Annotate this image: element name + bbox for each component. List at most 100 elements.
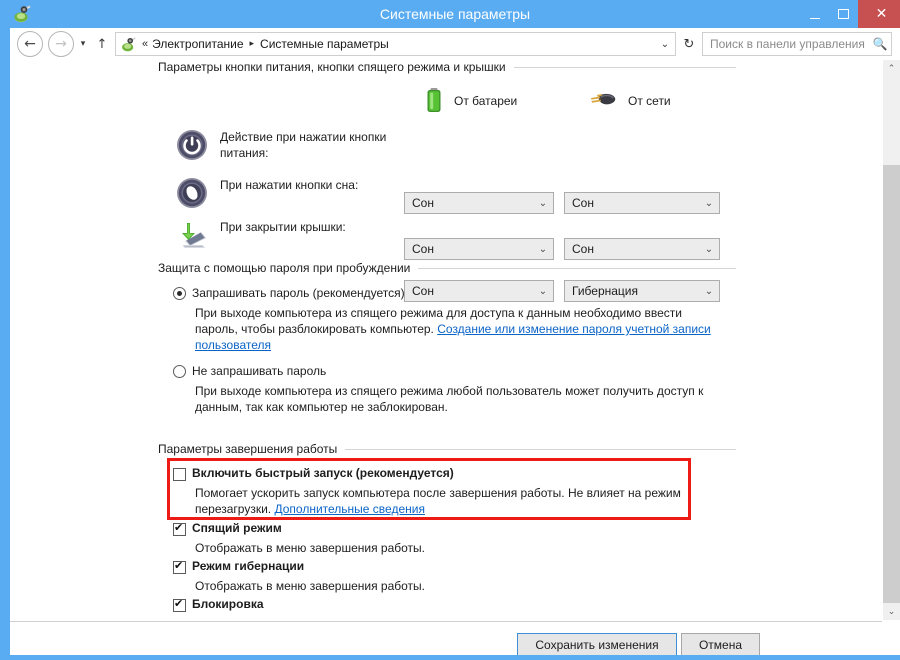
chevron-down-icon: ⌄	[887, 606, 896, 617]
combo-sleep-button-battery[interactable]: Сон ⌄	[404, 238, 554, 260]
section-heading-shutdown-settings: Параметры завершения работы	[158, 442, 736, 456]
address-dropdown-button[interactable]: ⌄	[655, 33, 675, 55]
link-more-info[interactable]: Дополнительные сведения	[274, 502, 424, 516]
chevron-down-icon: ⌄	[538, 285, 548, 297]
arrow-up-icon: ↑	[96, 36, 108, 52]
desc-dont-require-password: При выходе компьютера из спящего режима …	[195, 384, 704, 414]
content-area: Параметры кнопки питания, кнопки спящего…	[10, 60, 900, 655]
checkbox-indicator-on[interactable]	[173, 597, 186, 612]
close-button[interactable]: ✕	[858, 0, 900, 28]
maximize-icon	[838, 9, 849, 19]
combo-sleep-button-plugged[interactable]: Сон ⌄	[564, 238, 720, 260]
window-controls: ✕	[800, 0, 900, 28]
section-heading-password-protection: Защита с помощью пароля при пробуждении	[158, 261, 736, 275]
chevron-down-icon: ⌄	[704, 285, 714, 297]
radio-indicator-off[interactable]	[173, 365, 186, 378]
checkbox-label-hibernate-mode: Режим гибернации	[192, 559, 305, 573]
radio-label-dont-require-password: Не запрашивать пароль	[192, 364, 327, 378]
chevron-down-icon: ▾	[80, 39, 86, 49]
label-sleep-button-action: При нажатии кнопки сна:	[220, 178, 359, 192]
address-bar: ← → ▾ ↑ « Электропитание ▸ Системные пар…	[10, 28, 900, 60]
refresh-button[interactable]: ↻	[677, 32, 701, 56]
checkbox-label-fast-startup: Включить быстрый запуск (рекомендуется)	[192, 466, 454, 480]
maximize-button[interactable]	[829, 0, 858, 28]
breadcrumb-item-power[interactable]: Электропитание	[152, 37, 243, 51]
forward-button[interactable]: →	[48, 31, 74, 57]
chevron-down-icon: ⌄	[538, 243, 548, 255]
checkbox-label-lock: Блокировка	[192, 597, 264, 611]
minimize-button[interactable]	[800, 0, 829, 28]
row-power-button-action: Действие при нажатии кнопки питания:	[176, 129, 405, 161]
desc-hibernate-mode: Отображать в меню завершения работы.	[195, 579, 426, 593]
back-arrow-icon: ←	[24, 36, 36, 52]
checkbox-indicator-off[interactable]	[173, 468, 186, 481]
checkbox-label-sleep-mode: Спящий режим	[192, 521, 282, 535]
checkbox-indicator-on[interactable]	[173, 559, 186, 574]
divider	[513, 66, 736, 68]
search-icon[interactable]: 🔍	[869, 37, 891, 51]
section-heading-power-buttons: Параметры кнопки питания, кнопки спящего…	[158, 60, 736, 74]
label-power-button-action: Действие при нажатии кнопки питания:	[220, 130, 387, 160]
search-input[interactable]	[703, 34, 869, 54]
up-button[interactable]: ↑	[92, 37, 112, 52]
power-options-window: Системные параметры ✕ ← → ▾ ↑ « Электроп…	[0, 0, 900, 660]
power-button-icon	[177, 130, 207, 160]
checkbox-hibernate-mode[interactable]: Режим гибернации	[173, 559, 304, 574]
column-header-on-battery: От батареи	[424, 87, 517, 115]
close-icon: ✕	[875, 6, 888, 22]
column-header-plugged-in: От сети	[588, 87, 671, 115]
radio-indicator-on[interactable]	[173, 287, 186, 300]
chevron-down-icon: ⌄	[538, 197, 548, 209]
refresh-icon: ↻	[683, 36, 695, 52]
recent-locations-button[interactable]: ▾	[74, 39, 92, 49]
settings-pane: Параметры кнопки питания, кнопки спящего…	[10, 60, 882, 612]
save-changes-button[interactable]: Сохранить изменения	[517, 633, 677, 655]
forward-arrow-icon: →	[55, 36, 67, 52]
chevron-up-icon: ⌃	[887, 63, 896, 74]
battery-icon	[427, 88, 441, 112]
search-box[interactable]: 🔍	[702, 32, 892, 56]
checkbox-sleep-mode[interactable]: Спящий режим	[173, 521, 282, 536]
column-label-on-battery: От батареи	[454, 94, 518, 108]
title-bar: Системные параметры ✕	[5, 0, 900, 28]
combo-lid-close-plugged[interactable]: Гибернация ⌄	[564, 280, 720, 302]
chevron-down-icon: ⌄	[660, 38, 670, 50]
minimize-icon	[809, 17, 820, 19]
label-lid-close-action: При закрытии крышки:	[220, 220, 346, 234]
row-lid-close-action: При закрытии крышки:	[176, 219, 405, 251]
scrollbar-track[interactable]	[883, 165, 900, 620]
window-title: Системные параметры	[379, 6, 531, 22]
chevron-right-icon[interactable]: ▸	[250, 39, 255, 49]
combo-power-button-battery[interactable]: Сон ⌄	[404, 192, 554, 214]
sleep-button-icon	[177, 178, 207, 208]
laptop-lid-icon	[182, 223, 206, 248]
chevron-down-icon: ⌄	[704, 243, 714, 255]
checkbox-fast-startup[interactable]: Включить быстрый запуск (рекомендуется)	[173, 466, 454, 481]
vertical-scrollbar[interactable]: ⌃ ⌄	[883, 60, 900, 655]
desc-sleep-mode: Отображать в меню завершения работы.	[195, 541, 426, 555]
scroll-down-button[interactable]: ⌄	[883, 603, 900, 620]
scroll-up-button[interactable]: ⌃	[883, 60, 900, 77]
scrollbar-footer-gap	[883, 620, 900, 655]
divider	[418, 267, 736, 269]
desc-require-password: При выходе компьютера из спящего режима …	[195, 306, 711, 352]
plug-icon	[591, 93, 616, 105]
radio-label-require-password: Запрашивать пароль (рекомендуется)	[192, 286, 405, 300]
breadcrumb-overflow-icon[interactable]: «	[142, 38, 148, 50]
combo-lid-close-battery[interactable]: Сон ⌄	[404, 280, 554, 302]
breadcrumb[interactable]: « Электропитание ▸ Системные параметры ⌄	[115, 32, 676, 56]
breadcrumb-item-system-settings[interactable]: Системные параметры	[260, 37, 389, 51]
power-options-icon	[122, 36, 136, 51]
checkbox-indicator-on[interactable]	[173, 521, 186, 536]
divider	[345, 448, 736, 450]
combo-power-button-plugged[interactable]: Сон ⌄	[564, 192, 720, 214]
checkbox-lock[interactable]: Блокировка	[173, 597, 264, 612]
back-button[interactable]: ←	[17, 31, 43, 57]
scrollbar-thumb[interactable]	[883, 77, 900, 165]
radio-dont-require-password[interactable]: Не запрашивать пароль	[173, 364, 326, 378]
cancel-button[interactable]: Отмена	[681, 633, 760, 655]
row-sleep-button-action: При нажатии кнопки сна:	[176, 177, 405, 209]
desc-fast-startup: Помогает ускорить запуск компьютера посл…	[195, 486, 681, 516]
radio-require-password[interactable]: Запрашивать пароль (рекомендуется)	[173, 286, 405, 300]
footer-divider	[10, 621, 882, 622]
